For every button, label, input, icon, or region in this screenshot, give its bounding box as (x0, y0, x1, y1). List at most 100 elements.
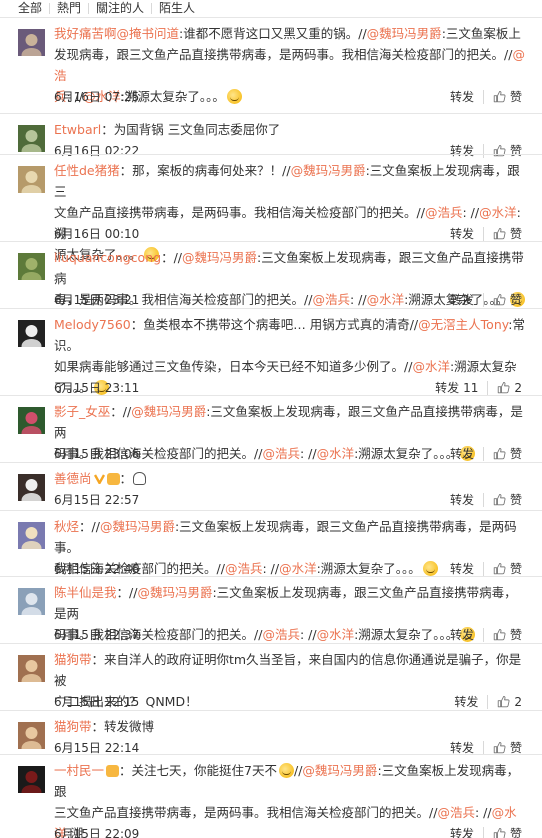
avatar[interactable] (18, 407, 45, 434)
mention-link[interactable]: @浩兵 (262, 446, 300, 461)
mention-link[interactable]: @水洋 (317, 627, 355, 642)
like-button[interactable]: 赞 (493, 827, 522, 838)
like-button[interactable]: 2 (497, 695, 522, 709)
like-button[interactable]: 赞 (493, 447, 522, 461)
repost-label: 转发 (435, 381, 460, 395)
comment-username[interactable]: 秋烃 (54, 519, 79, 534)
tab-following[interactable]: 關注的人 (96, 1, 144, 15)
mention-link[interactable]: @浩兵 (437, 805, 475, 820)
comment-item: 猫狗带：转发微博 6月15日 22:14 转发 赞 (0, 710, 542, 755)
avatar[interactable] (18, 166, 45, 193)
like-button[interactable]: 赞 (493, 90, 522, 104)
avatar[interactable] (18, 522, 45, 549)
like-button[interactable]: 赞 (493, 562, 522, 576)
repost-button[interactable]: 转发 (450, 447, 474, 461)
comment-username[interactable]: 任性de猪猪 (54, 163, 120, 178)
comment-segment: ：那，案板的病毒何处来？！// (119, 163, 291, 178)
avatar[interactable] (18, 655, 45, 682)
comment-segment: 文鱼产品直接携带病毒，是两码事。我相信海关检疫部门的把关。// (54, 205, 425, 220)
comment-username[interactable]: liuquancongcong (54, 250, 161, 265)
mention-link[interactable]: @魏玛冯男爵 (131, 404, 206, 419)
mention-link[interactable]: @水洋 (479, 205, 517, 220)
comment-segment: : // (462, 205, 480, 220)
comment-username[interactable]: 我好痛苦啊 (54, 26, 117, 41)
like-label: 赞 (509, 447, 522, 461)
mention-link[interactable]: @水洋 (279, 561, 317, 576)
repost-button[interactable]: 转发 (450, 293, 474, 307)
avatar[interactable] (18, 722, 45, 749)
repost-button[interactable]: 转发 11 (435, 381, 478, 395)
mention-link[interactable]: @掩书问道 (117, 26, 180, 41)
comment-username[interactable]: Melody7560 (54, 317, 131, 332)
repost-button[interactable]: 转发 (450, 741, 474, 755)
like-button[interactable]: 2 (497, 381, 522, 395)
avatar[interactable] (18, 766, 45, 793)
comment-item: 陈半仙是我：//@魏玛冯男爵:三文鱼案板上发现病毒，跟三文鱼产品直接携带病毒，是… (0, 576, 542, 643)
mention-link[interactable]: @浩兵 (312, 292, 350, 307)
comment-segment: 如果病毒能够通过三文鱼传染，日本今天已经不知道多少例了。// (54, 359, 413, 374)
comment-line: 一村民一 ：关注七天，你能挺住7天不//@魏玛冯男爵:三文鱼案板上发现病毒，跟 (54, 760, 526, 802)
like-label: 赞 (509, 90, 522, 104)
comment-username[interactable]: 影子_女巫 (54, 404, 110, 419)
mention-link[interactable]: @魏玛冯男爵 (182, 250, 257, 265)
comment-username[interactable]: 猫狗带 (54, 719, 92, 734)
mention-link[interactable]: @魏玛冯男爵 (100, 519, 175, 534)
comment-timestamp: 6月15日 22:14 (54, 741, 140, 755)
comment-timestamp: 6月15日 23:11 (54, 381, 140, 395)
like-button[interactable]: 赞 (493, 741, 522, 755)
mention-link[interactable]: @无滘主人Tony (418, 317, 508, 332)
action-divider (482, 628, 484, 642)
like-button[interactable]: 赞 (493, 493, 522, 507)
comment-segment: : // (299, 446, 317, 461)
avatar[interactable] (18, 125, 45, 152)
repost-button[interactable]: 转发 (454, 695, 478, 709)
avatar[interactable] (18, 474, 45, 501)
repost-label: 转发 (454, 695, 479, 709)
comment-segment: : // (262, 561, 280, 576)
mention-link[interactable]: @魏玛冯男爵 (367, 26, 442, 41)
mention-link[interactable]: @魏玛冯男爵 (302, 763, 377, 778)
comment-line: 猫狗带：来自洋人的政府证明你tm久当圣旨，来自国内的信息你通通说是骗子，你是被 (54, 649, 526, 691)
mention-link[interactable]: @魏玛冯男爵 (137, 585, 212, 600)
thumbs-up-icon (493, 494, 506, 506)
tab-strangers[interactable]: 陌生人 (159, 1, 195, 15)
avatar[interactable] (18, 253, 45, 280)
tab-all[interactable]: 全部 (18, 1, 42, 15)
like-button[interactable]: 赞 (493, 628, 522, 642)
thumbs-up-icon (493, 91, 506, 103)
comment-username[interactable]: 一村民一 (54, 763, 104, 778)
tab-hot[interactable]: 熱門 (57, 1, 81, 15)
avatar[interactable] (18, 588, 45, 615)
action-divider (482, 227, 484, 241)
comment-username[interactable]: Etwbarl (54, 122, 101, 137)
repost-button[interactable]: 转发 (450, 827, 474, 838)
repost-button[interactable]: 转发 (450, 562, 474, 576)
thumbs-up-icon (493, 563, 506, 575)
comment-username[interactable]: 陈半仙是我 (54, 585, 117, 600)
member-badge-icon (106, 765, 120, 777)
repost-button[interactable]: 转发 (450, 90, 474, 104)
comment-username[interactable]: 善德尚 (54, 471, 92, 486)
tab-divider (88, 2, 90, 14)
mention-link[interactable]: @魏玛冯男爵 (291, 163, 366, 178)
mention-link[interactable]: @浩兵 (262, 627, 300, 642)
repost-button[interactable]: 转发 (450, 628, 474, 642)
avatar[interactable] (18, 320, 45, 347)
comment-item: 猫狗带：来自洋人的政府证明你tm久当圣旨，来自国内的信息你通通说是骗子，你是被宀… (0, 643, 542, 710)
repost-button[interactable]: 转发 (450, 227, 474, 241)
comment-segment: :溯源太复杂了。。。 (316, 561, 421, 576)
like-button[interactable]: 赞 (493, 293, 522, 307)
avatar[interactable] (18, 29, 45, 56)
mention-link[interactable]: @水洋 (317, 446, 355, 461)
comment-username[interactable]: 猫狗带 (54, 652, 92, 667)
like-button[interactable]: 赞 (493, 227, 522, 241)
tab-divider (49, 2, 51, 14)
like-label: 赞 (509, 293, 522, 307)
mention-link[interactable]: @水洋 (367, 292, 405, 307)
action-divider (482, 562, 484, 576)
mention-link[interactable]: @浩兵 (425, 205, 463, 220)
comment-line: 猫狗带：转发微博 (54, 716, 526, 737)
mention-link[interactable]: @水洋 (412, 359, 450, 374)
mention-link[interactable]: @浩兵 (225, 561, 263, 576)
repost-button[interactable]: 转发 (450, 493, 474, 507)
